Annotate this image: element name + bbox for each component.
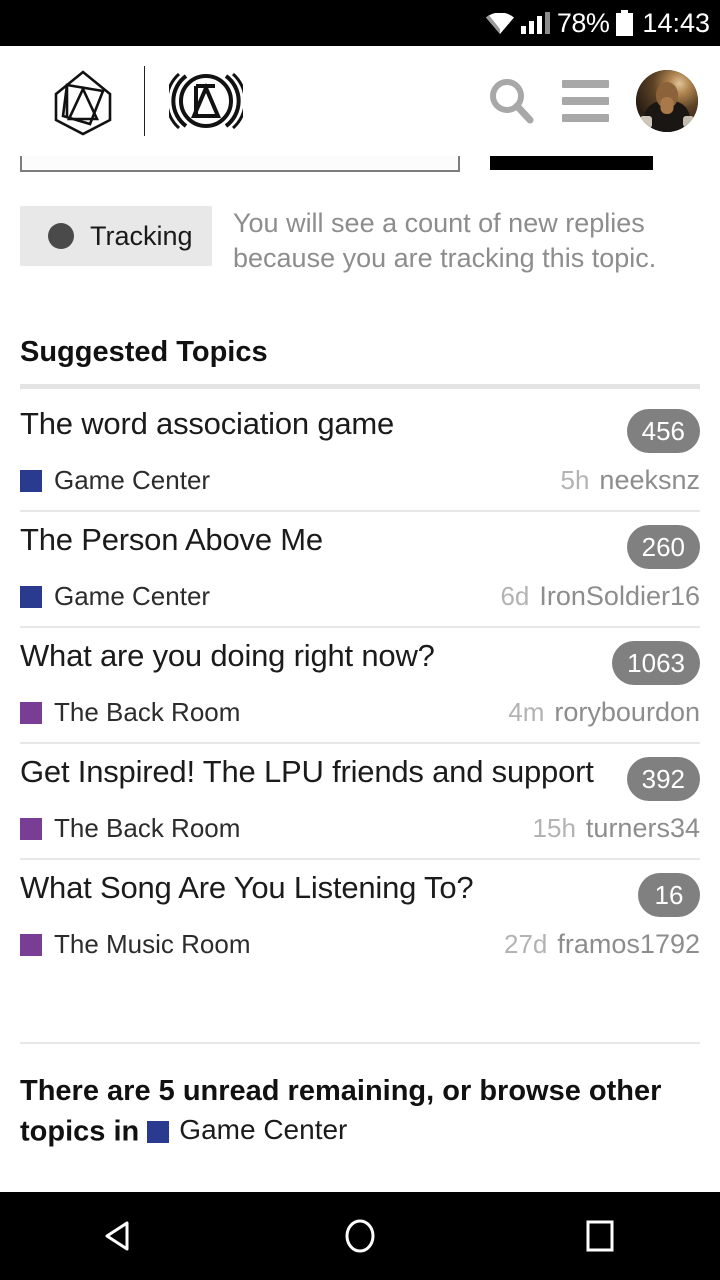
category-label: The Back Room [54, 813, 241, 843]
topic-row-1[interactable]: The word association game 456 Game Cente… [20, 396, 700, 510]
clipped-composer-strip [0, 156, 720, 174]
topic-user[interactable]: framos1792 [557, 929, 700, 960]
topic-activity: 5h neeksnz [561, 465, 701, 496]
topic-meta: The Back Room 15h turners34 [20, 813, 700, 844]
battery-percent: 78% [556, 7, 610, 38]
status-bar-clock: 14:43 [642, 7, 710, 38]
battery-icon [616, 10, 634, 36]
unread-footer: There are 5 unread remaining, or browse … [20, 1072, 710, 1151]
linkin-park-circle-logo[interactable] [165, 64, 247, 138]
topic-user[interactable]: neeksnz [599, 465, 700, 496]
reply-count-badge: 260 [626, 525, 700, 569]
app-header [0, 46, 720, 156]
header-actions [474, 64, 698, 138]
topic-header: The Person Above Me 260 [20, 520, 700, 569]
topic-user[interactable]: IronSoldier16 [539, 581, 700, 612]
recents-square-icon[interactable] [540, 1192, 660, 1280]
category-link[interactable]: The Back Room [20, 697, 240, 728]
circle-dot-icon [48, 223, 74, 249]
topic-activity: 6d IronSoldier16 [500, 581, 700, 612]
topic-activity: 15h turners34 [533, 813, 700, 844]
reply-count-badge: 456 [626, 409, 700, 453]
category-link[interactable]: Game Center [20, 465, 210, 496]
topic-user[interactable]: turners34 [586, 813, 700, 844]
topic-title[interactable]: Get Inspired! The LPU friends and suppor… [20, 752, 627, 792]
page-title: Suggested Topics [20, 336, 268, 368]
tracking-description: You will see a count of new replies beca… [233, 208, 657, 274]
topic-title[interactable]: What Song Are You Listening To? [20, 868, 638, 908]
section-divider [20, 384, 700, 389]
category-label: Game Center [54, 581, 211, 611]
topic-meta: The Back Room 4m rorybourdon [20, 697, 700, 728]
topic-row-2[interactable]: The Person Above Me 260 Game Center 6d I… [20, 510, 700, 626]
topic-title[interactable]: The Person Above Me [20, 520, 627, 560]
brand-logos[interactable] [46, 64, 247, 138]
android-nav-bar [0, 1192, 720, 1280]
topic-header: What are you doing right now? 1063 [20, 636, 700, 685]
reply-button-clipped[interactable] [490, 156, 653, 170]
topic-meta: The Music Room 27d framos1792 [20, 929, 700, 960]
topic-activity: 4m rorybourdon [508, 697, 700, 728]
topic-meta: Game Center 6d IronSoldier16 [20, 581, 700, 612]
linkin-park-hex-logo[interactable] [46, 64, 120, 138]
topic-row-5[interactable]: What Song Are You Listening To? 16 The M… [20, 858, 700, 974]
tracking-chip[interactable]: Tracking [20, 206, 212, 266]
logo-divider [144, 66, 145, 136]
reply-input-clipped[interactable] [20, 156, 460, 172]
category-color-swatch [20, 933, 42, 956]
category-label: The Music Room [54, 929, 251, 959]
tracking-notice: Tracking You will see a count of new rep… [20, 206, 700, 276]
category-link[interactable]: The Music Room [20, 929, 251, 960]
reply-count-badge: 16 [638, 873, 700, 917]
home-circle-icon[interactable] [300, 1192, 420, 1280]
topic-activity: 27d framos1792 [504, 929, 700, 960]
wifi-icon [485, 12, 514, 34]
topic-title[interactable]: The word association game [20, 404, 627, 444]
footer-category-label: Game Center [179, 1113, 348, 1145]
category-label: Game Center [54, 465, 211, 495]
footer-category-link[interactable]: Game Center [147, 1111, 347, 1148]
avatar[interactable] [636, 70, 698, 132]
topic-list: The word association game 456 Game Cente… [20, 396, 700, 974]
reply-count-badge: 392 [626, 757, 700, 801]
footer-divider [20, 1042, 700, 1044]
topic-age: 6d [500, 581, 530, 611]
topic-user[interactable]: rorybourdon [554, 697, 700, 728]
topic-age: 27d [504, 929, 548, 959]
topic-age: 4m [508, 697, 545, 727]
topic-age: 15h [532, 813, 576, 843]
back-triangle-icon[interactable] [60, 1192, 180, 1280]
topic-age: 5h [560, 465, 590, 495]
reply-count-badge: 1063 [612, 641, 700, 685]
search-icon[interactable] [474, 64, 548, 138]
tracking-chip-label: Tracking [90, 220, 193, 251]
category-link[interactable]: Game Center [20, 581, 210, 612]
phone-screen: 78% 14:43 Tracking You will see a count … [0, 0, 720, 1280]
topic-meta: Game Center 5h neeksnz [20, 465, 700, 496]
cellular-signal-icon [520, 12, 550, 34]
category-color-swatch [20, 469, 42, 492]
category-color-swatch [147, 1121, 170, 1144]
topic-header: Get Inspired! The LPU friends and suppor… [20, 752, 700, 801]
category-color-swatch [20, 585, 42, 608]
hamburger-menu-icon[interactable] [548, 64, 622, 138]
topic-row-3[interactable]: What are you doing right now? 1063 The B… [20, 626, 700, 742]
status-bar: 78% 14:43 [0, 0, 720, 46]
topic-header: The word association game 456 [20, 404, 700, 453]
topic-title[interactable]: What are you doing right now? [20, 636, 612, 676]
category-color-swatch [20, 817, 42, 840]
category-link[interactable]: The Back Room [20, 813, 240, 844]
topic-row-4[interactable]: Get Inspired! The LPU friends and suppor… [20, 742, 700, 858]
category-label: The Back Room [54, 697, 241, 727]
category-color-swatch [20, 701, 42, 724]
topic-header: What Song Are You Listening To? 16 [20, 868, 700, 917]
